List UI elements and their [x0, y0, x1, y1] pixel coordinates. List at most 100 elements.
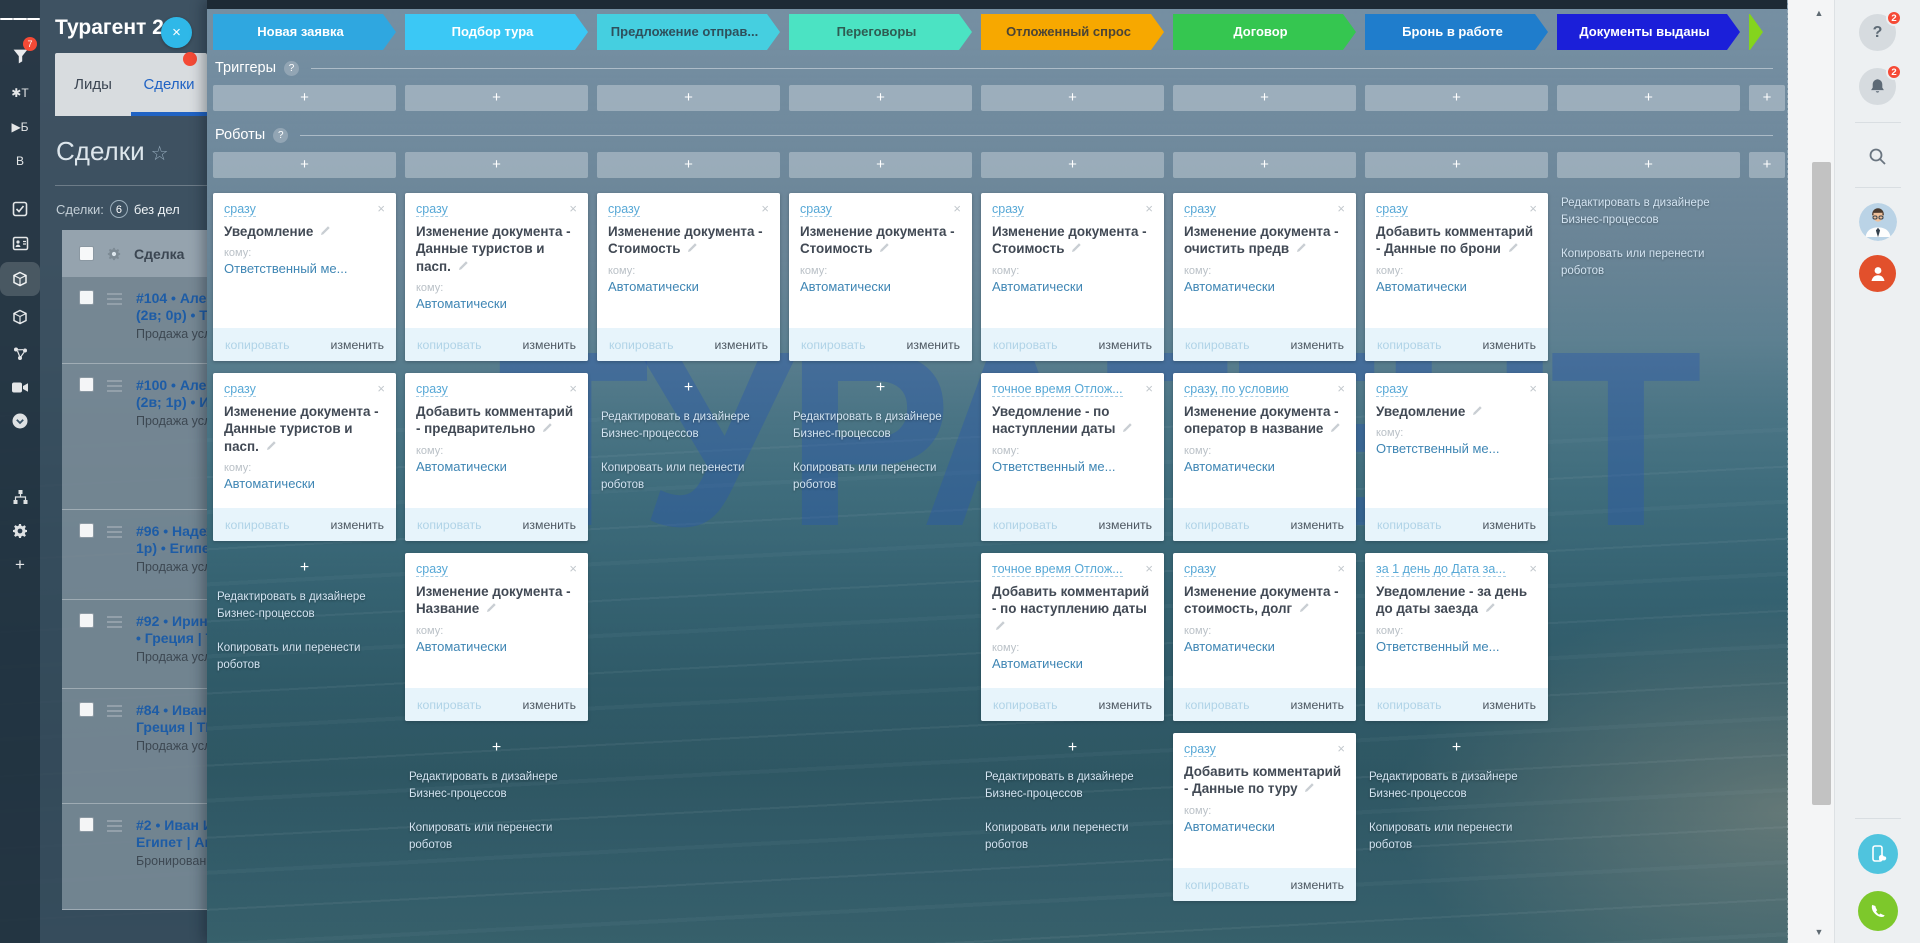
robot-copy-button[interactable]: копировать	[801, 338, 866, 352]
catalog-cube-icon[interactable]	[0, 300, 40, 334]
copy-move-robots-link[interactable]: Копировать или перенести роботов	[1369, 820, 1544, 855]
robot-edit-button[interactable]: изменить	[1099, 698, 1153, 712]
designer-link[interactable]: Редактировать в дизайнере Бизнес-процесс…	[1369, 769, 1544, 804]
robot-assignee-link[interactable]: Ответственный ме...	[1376, 639, 1537, 654]
stage-chevron-4[interactable]: Переговоры	[789, 14, 972, 50]
robot-assignee-link[interactable]: Автоматически	[1184, 459, 1345, 474]
robot-assignee-link[interactable]: Автоматически	[416, 459, 577, 474]
robot-edit-button[interactable]: изменить	[523, 698, 577, 712]
deal-link[interactable]: #84 • Иван Ивано	[136, 702, 207, 719]
deal-checkbox[interactable]	[79, 613, 94, 628]
add-trigger-button[interactable]: +	[405, 85, 588, 111]
chevron-down-circle-icon[interactable]	[0, 406, 40, 436]
shortcut-v-icon[interactable]: В	[0, 146, 40, 176]
robot-assignee-link[interactable]: Автоматически	[416, 639, 577, 654]
stage-chevron-5[interactable]: Отложенный спрос	[981, 14, 1164, 50]
robot-copy-button[interactable]: копировать	[993, 338, 1058, 352]
robot-copy-button[interactable]: копировать	[1377, 518, 1442, 532]
vertical-scrollbar[interactable]: ▲ ▼	[1788, 0, 1834, 943]
robot-delete-icon[interactable]: ×	[563, 382, 577, 395]
add-trigger-button[interactable]: +	[1557, 85, 1740, 111]
designer-link[interactable]: Редактировать в дизайнере Бизнес-процесс…	[1561, 195, 1736, 230]
robot-assignee-link[interactable]: Автоматически	[224, 476, 385, 491]
robot-assignee-link[interactable]: Автоматически	[1184, 819, 1345, 834]
designer-link[interactable]: Редактировать в дизайнере Бизнес-процесс…	[409, 769, 584, 804]
robot-assignee-link[interactable]: Ответственный ме...	[992, 459, 1153, 474]
robot-delete-icon[interactable]: ×	[371, 382, 385, 395]
robot-edit-button[interactable]: изменить	[1483, 698, 1537, 712]
stage-chevron-3[interactable]: Предложение отправ...	[597, 14, 780, 50]
designer-link[interactable]: Редактировать в дизайнере Бизнес-процесс…	[217, 589, 392, 624]
robot-delete-icon[interactable]: ×	[563, 562, 577, 575]
add-robot-button[interactable]: +	[981, 739, 1164, 757]
robot-edit-button[interactable]: изменить	[1099, 518, 1153, 532]
add-trigger-button[interactable]: +	[1173, 85, 1356, 111]
robot-delete-icon[interactable]: ×	[1331, 742, 1345, 755]
robot-assignee-link[interactable]: Автоматически	[800, 279, 961, 294]
select-all-checkbox[interactable]	[79, 246, 94, 261]
deal-link[interactable]: • Греция | ТЕЗ ТУ	[136, 630, 207, 647]
add-trigger-button[interactable]: +	[981, 85, 1164, 111]
robot-copy-button[interactable]: копировать	[609, 338, 674, 352]
copy-move-robots-link[interactable]: Копировать или перенести роботов	[793, 460, 968, 495]
crm-cube-icon-active[interactable]	[0, 262, 40, 296]
designer-link[interactable]: Редактировать в дизайнере Бизнес-процесс…	[985, 769, 1160, 804]
mobile-app-button[interactable]	[1858, 834, 1898, 874]
tasks-checkbox-icon[interactable]	[0, 194, 40, 224]
add-trigger-button[interactable]: +	[789, 85, 972, 111]
robot-delete-icon[interactable]: ×	[1331, 202, 1345, 215]
stage-chevron-2[interactable]: Подбор тура	[405, 14, 588, 50]
robot-when-link[interactable]: сразу	[992, 202, 1024, 217]
robot-delete-icon[interactable]: ×	[563, 202, 577, 215]
deal-link[interactable]: #2 • Иван Ивано	[136, 817, 207, 834]
deal-checkbox[interactable]	[79, 290, 94, 305]
robot-edit-button[interactable]: изменить	[1483, 338, 1537, 352]
robot-when-link[interactable]: сразу	[224, 202, 256, 217]
help-button[interactable]: ? 2	[1859, 14, 1896, 51]
robot-edit-button[interactable]: изменить	[1291, 698, 1345, 712]
filter-funnel-icon[interactable]: 7	[0, 38, 40, 74]
add-robot-button[interactable]: +	[1557, 152, 1740, 178]
robot-edit-button[interactable]: изменить	[1291, 338, 1345, 352]
robot-delete-icon[interactable]: ×	[755, 202, 769, 215]
robot-copy-button[interactable]: копировать	[1185, 698, 1250, 712]
deal-link[interactable]: #96 • Надежда Кр	[136, 523, 207, 540]
add-trigger-button[interactable]: +	[1365, 85, 1548, 111]
robot-delete-icon[interactable]: ×	[1523, 562, 1537, 575]
add-robot-button[interactable]: +	[1173, 152, 1356, 178]
robot-copy-button[interactable]: копировать	[1185, 518, 1250, 532]
tab-leads[interactable]: Лиды	[55, 53, 131, 116]
robot-when-link[interactable]: точное время Отлож...	[992, 562, 1123, 577]
robot-copy-button[interactable]: копировать	[1185, 878, 1250, 892]
add-robot-button[interactable]: +	[789, 152, 972, 178]
deal-checkbox[interactable]	[79, 523, 94, 538]
gear-icon[interactable]	[0, 516, 40, 546]
add-robot-button[interactable]: +	[405, 152, 588, 178]
copy-move-robots-link[interactable]: Копировать или перенести роботов	[601, 460, 776, 495]
robot-copy-button[interactable]: копировать	[1377, 338, 1442, 352]
robot-delete-icon[interactable]: ×	[1523, 382, 1537, 395]
add-robot-button[interactable]: +	[1365, 739, 1548, 757]
robot-edit-button[interactable]: изменить	[1483, 518, 1537, 532]
search-button[interactable]	[1859, 138, 1896, 175]
robot-when-link[interactable]: точное время Отлож...	[992, 382, 1123, 397]
robot-edit-button[interactable]: изменить	[907, 338, 961, 352]
intranet-user-button[interactable]	[1859, 255, 1896, 292]
deals-count-badge[interactable]: 6	[110, 200, 128, 218]
robot-when-link[interactable]: сразу	[1184, 562, 1216, 577]
deal-link[interactable]: Египет | Анекс Ту	[136, 834, 207, 851]
robot-copy-button[interactable]: копировать	[225, 518, 290, 532]
robot-copy-button[interactable]: копировать	[1377, 698, 1442, 712]
deal-checkbox[interactable]	[79, 702, 94, 717]
robot-copy-button[interactable]: копировать	[1185, 338, 1250, 352]
deal-link[interactable]: Греция | ТЕЗ ТУР	[136, 719, 207, 736]
shortcut-b-icon[interactable]: ▶Б	[0, 112, 40, 142]
deal-checkbox[interactable]	[79, 377, 94, 392]
scrollbar-thumb[interactable]	[1812, 162, 1831, 805]
robot-assignee-link[interactable]: Ответственный ме...	[224, 261, 385, 276]
robot-assignee-link[interactable]: Автоматически	[416, 296, 577, 311]
drag-handle-icon[interactable]	[107, 613, 123, 688]
copy-move-robots-link[interactable]: Копировать или перенести роботов	[985, 820, 1160, 855]
robot-when-link[interactable]: сразу	[416, 202, 448, 217]
drag-handle-icon[interactable]	[107, 290, 123, 363]
